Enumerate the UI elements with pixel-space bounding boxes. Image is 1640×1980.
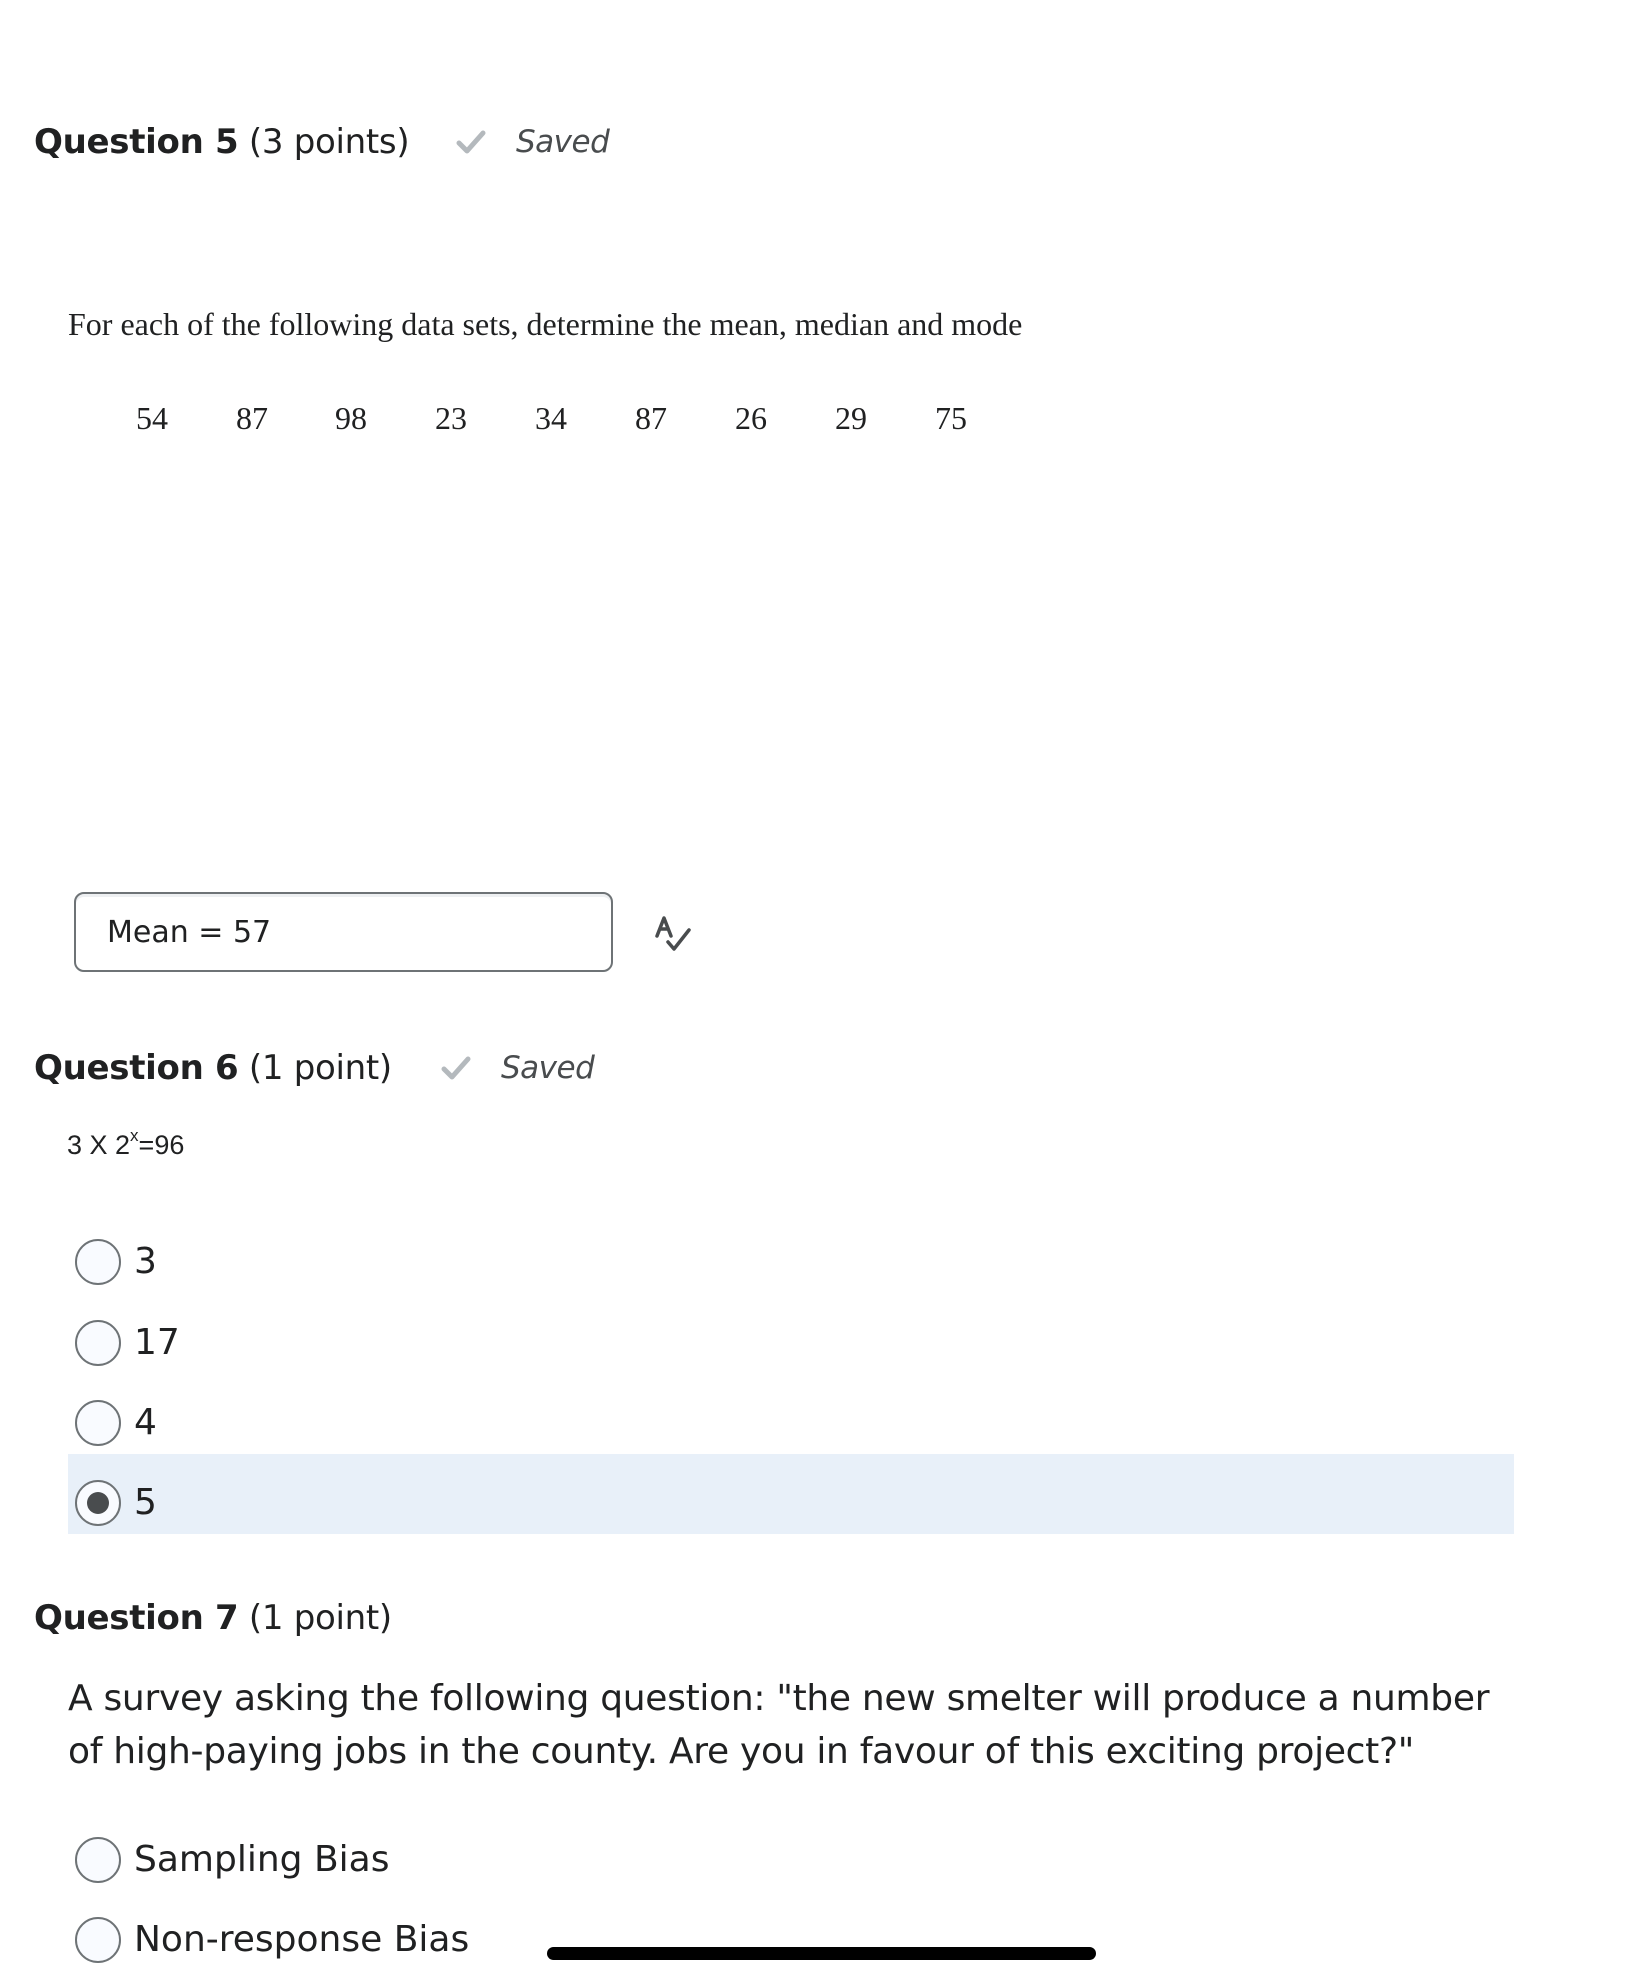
- radio-button-checked[interactable]: [75, 1480, 121, 1526]
- option-row[interactable]: Non-response Bias: [68, 1900, 1514, 1980]
- saved-label: Saved: [501, 1050, 595, 1086]
- question-points: (1 point): [248, 1048, 392, 1088]
- spellcheck-button[interactable]: [652, 914, 694, 956]
- answer-input[interactable]: [107, 912, 587, 952]
- data-value: 26: [735, 400, 767, 436]
- data-value: 87: [635, 400, 667, 436]
- question-5-heading: Question 5 (3 points): [34, 122, 410, 162]
- radio-dot: [87, 1492, 109, 1514]
- question-7-prompt: A survey asking the following question: …: [68, 1678, 1490, 1772]
- question-number: Question 5: [34, 122, 239, 162]
- radio-button[interactable]: [75, 1837, 121, 1883]
- check-icon: [456, 130, 486, 154]
- option-row[interactable]: 3: [68, 1222, 1514, 1302]
- spellcheck-icon: [655, 916, 691, 951]
- radio-button[interactable]: [75, 1239, 121, 1285]
- option-label[interactable]: 17: [134, 1321, 180, 1365]
- data-value: 54: [136, 400, 168, 436]
- option-label[interactable]: Non-response Bias: [134, 1918, 469, 1962]
- data-value: 87: [236, 400, 268, 436]
- radio-button[interactable]: [75, 1400, 121, 1446]
- data-value: 98: [335, 400, 367, 436]
- data-value: 23: [435, 400, 467, 436]
- question-6-formula: 3 X 2x=96: [67, 1126, 185, 1161]
- option-row[interactable]: 4: [68, 1383, 1514, 1463]
- saved-status: Saved: [441, 1048, 595, 1088]
- formula-exponent: x: [130, 1126, 139, 1145]
- option-row[interactable]: Sampling Bias: [68, 1820, 1514, 1900]
- answer-field[interactable]: [74, 892, 613, 972]
- data-value: 34: [535, 400, 567, 436]
- option-row-selected[interactable]: 5: [68, 1454, 1514, 1534]
- radio-button[interactable]: [75, 1320, 121, 1366]
- home-indicator[interactable]: [547, 1947, 1096, 1960]
- option-label[interactable]: 3: [134, 1240, 157, 1284]
- option-label[interactable]: 4: [134, 1401, 157, 1445]
- radio-button[interactable]: [75, 1917, 121, 1963]
- data-value: 75: [935, 400, 967, 436]
- question-7-heading: Question 7 (1 point): [34, 1598, 392, 1638]
- question-points: (3 points): [248, 122, 410, 162]
- question-number: Question 7: [34, 1598, 239, 1638]
- question-5-instruction: For each of the following data sets, det…: [68, 306, 1023, 342]
- question-points: (1 point): [248, 1598, 392, 1638]
- saved-status: Saved: [456, 122, 610, 162]
- option-row[interactable]: 17: [68, 1303, 1514, 1383]
- option-label[interactable]: 5: [134, 1481, 157, 1525]
- formula-base: 3 X 2: [67, 1130, 131, 1160]
- check-icon: [441, 1056, 471, 1080]
- question-6-heading: Question 6 (1 point): [34, 1048, 392, 1088]
- data-value: 29: [835, 400, 867, 436]
- question-number: Question 6: [34, 1048, 239, 1088]
- option-label[interactable]: Sampling Bias: [134, 1838, 389, 1882]
- formula-rest: =96: [138, 1130, 185, 1160]
- saved-label: Saved: [516, 124, 610, 160]
